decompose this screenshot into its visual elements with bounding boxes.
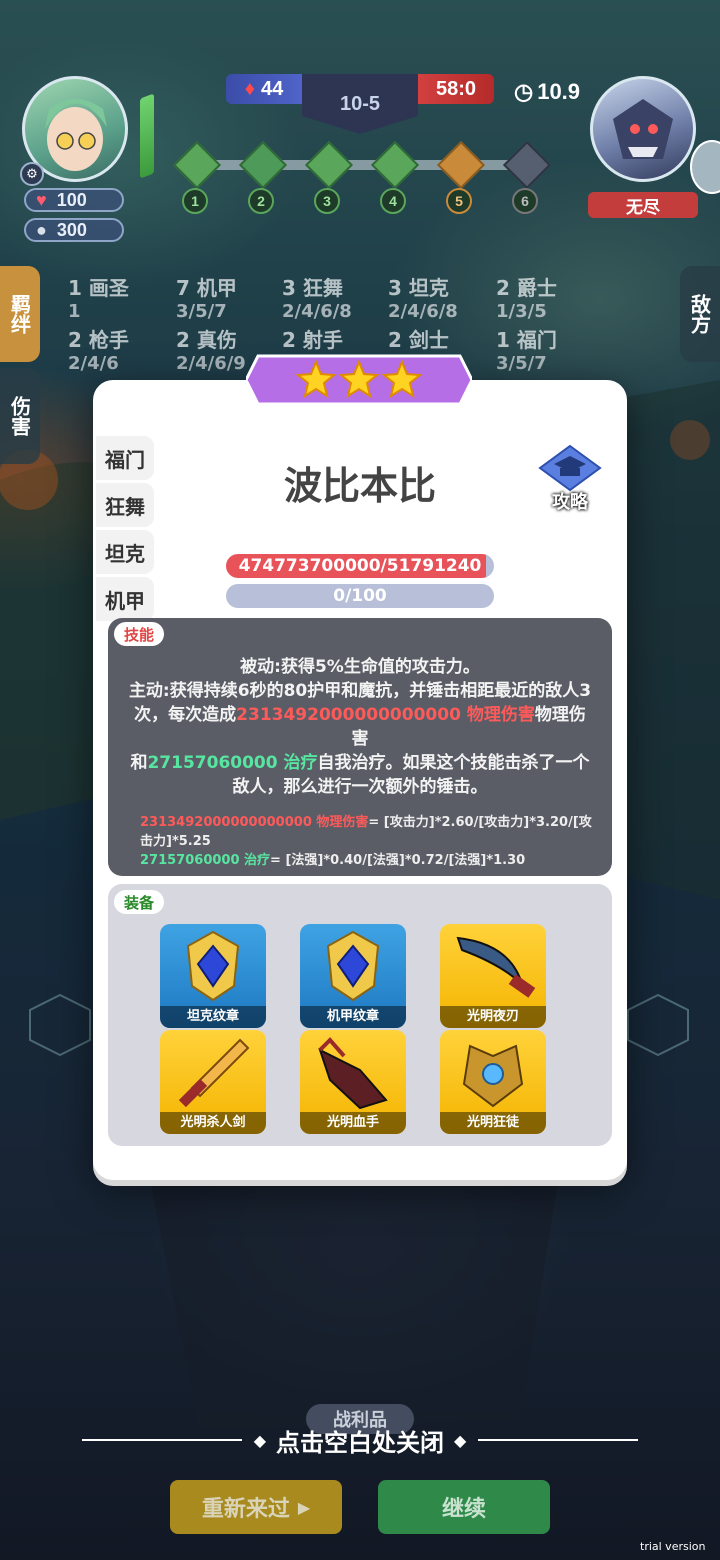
continue-button[interactable]: 继续 bbox=[378, 1480, 550, 1534]
equipment-item[interactable]: 光明杀人剑 bbox=[160, 1030, 266, 1134]
round-label-6: 6 bbox=[512, 188, 538, 214]
graduation-cap-icon bbox=[538, 444, 602, 492]
trait-item: 2 剑士 bbox=[388, 328, 449, 352]
skill-damage-value: 2313492000000000000 物理伤害 bbox=[236, 705, 535, 725]
emblem-icon bbox=[326, 930, 380, 1002]
hero-name: 波比本比 bbox=[283, 464, 436, 508]
heart-icon: ♥ bbox=[36, 189, 47, 210]
round-label-3: 3 bbox=[314, 188, 340, 214]
equipment-tag: 装备 bbox=[114, 890, 165, 914]
trait-item: 1 画圣 1 bbox=[68, 276, 129, 322]
fire-icon: ♦ bbox=[244, 77, 255, 100]
modal-trait-tab-1[interactable]: 福门 bbox=[96, 436, 154, 480]
equipment-item[interactable]: 坦克纹章 bbox=[160, 924, 266, 1028]
equipment-name: 坦克纹章 bbox=[160, 1006, 266, 1028]
equipment-item[interactable]: 光明狂徒 bbox=[440, 1030, 546, 1134]
diamond-icon: ◆ bbox=[454, 1430, 467, 1450]
hp-bar: 474773700000/51791240 bbox=[226, 554, 494, 578]
equipment-item[interactable]: 光明血手 bbox=[300, 1030, 406, 1134]
guide-button[interactable]: 攻略 bbox=[538, 442, 602, 514]
skill-and: 和 bbox=[130, 753, 148, 773]
equipment-name: 机甲纹章 bbox=[300, 1006, 406, 1028]
trait-item: 3 坦克 2/4/6/8 bbox=[388, 276, 458, 322]
retry-button[interactable]: 重新来过 ▶ bbox=[170, 1480, 342, 1534]
trait-item: 2 爵士 1/3/5 bbox=[496, 276, 557, 322]
continue-label: 继续 bbox=[441, 1497, 486, 1522]
equipment-item[interactable]: 机甲纹章 bbox=[300, 924, 406, 1028]
sword-icon bbox=[178, 1038, 250, 1108]
round-label-1: 1 bbox=[182, 188, 208, 214]
mana-bar-text: 0/100 bbox=[333, 586, 387, 606]
coin-icon: ● bbox=[36, 219, 47, 240]
equipment-item[interactable]: 光明夜刃 bbox=[440, 924, 546, 1028]
modal-trait-tab-3[interactable]: 坦克 bbox=[96, 530, 154, 574]
close-hint: ◆ 点击空白处关闭 ◆ bbox=[0, 1420, 720, 1460]
player-hp-value: 100 bbox=[56, 189, 87, 210]
emblem-icon bbox=[186, 930, 240, 1002]
star-rating-banner bbox=[246, 354, 472, 406]
equipment-name: 光明血手 bbox=[300, 1112, 406, 1134]
trait-item: 1 福门 3/5/7 bbox=[496, 328, 557, 374]
tab-enemy-label: 敌方 bbox=[687, 294, 712, 334]
trait-item: 7 机甲 3/5/7 bbox=[176, 276, 237, 322]
round-label-2: 2 bbox=[248, 188, 274, 214]
round-track bbox=[184, 160, 540, 170]
formula-heal-expr: = [法强]*0.40/[法强]*0.72/[法强]*1.30 bbox=[270, 853, 526, 868]
mana-bar: 0/100 bbox=[226, 584, 494, 608]
clock-icon: ◷ bbox=[514, 79, 534, 104]
modal-trait-tab-4[interactable]: 机甲 bbox=[96, 577, 154, 621]
diamond-icon: ◆ bbox=[253, 1430, 266, 1450]
player-gold-stat: ● 300 bbox=[24, 218, 124, 242]
timer-value: 10.9 bbox=[537, 79, 581, 104]
enemy-score: 58:0 bbox=[418, 74, 494, 104]
close-hint-text: 点击空白处关闭 bbox=[276, 1428, 444, 1457]
trait-item: 2 枪手 2/4/6 bbox=[68, 328, 129, 374]
skill-formula: 2313492000000000000 物理伤害= [攻击力]*2.60/[攻击… bbox=[140, 813, 600, 870]
player-hp-stat: ♥ 100 bbox=[24, 188, 124, 212]
trait-item: 2 真伤 2/4/6/9 bbox=[176, 328, 246, 374]
trait-item: 2 射手 bbox=[282, 328, 343, 352]
equipment-name: 光明狂徒 bbox=[440, 1112, 546, 1134]
guide-label: 攻略 bbox=[552, 492, 588, 513]
enemy-name-badge: 无尽 bbox=[588, 192, 698, 218]
video-icon: ▶ bbox=[297, 1497, 311, 1517]
round-label-5: 5 bbox=[446, 188, 472, 214]
skill-tag: 技能 bbox=[114, 622, 165, 646]
formula-heal-value: 27157060000 治疗 bbox=[140, 853, 271, 868]
formula-damage-value: 2313492000000000000 物理伤害 bbox=[140, 815, 369, 830]
enemy-score-value: 58:0 bbox=[435, 77, 477, 100]
tab-enemy[interactable]: 敌方 bbox=[680, 266, 720, 362]
equipment-section: 装备 坦克纹章 机甲纹章 光明夜刃 光明杀人剑 光明血手 光明狂徒 bbox=[108, 884, 612, 1146]
skill-description: 被动:获得5%生命值的攻击力。 主动:获得持续6秒的80护甲和魔抗，并锤击相距最… bbox=[126, 655, 594, 799]
round-timer: ◷ 10.9 bbox=[514, 78, 580, 106]
equipment-name: 光明杀人剑 bbox=[160, 1112, 266, 1134]
player-level-bar bbox=[140, 93, 154, 179]
player-gold-value: 300 bbox=[56, 219, 87, 240]
stage-value: 10-5 bbox=[339, 92, 381, 115]
tab-synergy-label: 羁绊 bbox=[7, 294, 32, 334]
hint-divider-left bbox=[81, 1439, 242, 1441]
tab-synergy[interactable]: 羁绊 bbox=[0, 266, 40, 362]
skill-passive-text: 被动:获得5%生命值的攻击力。 bbox=[240, 657, 480, 677]
settings-gear-icon[interactable]: ⚙ bbox=[20, 162, 44, 186]
watermark: trial version bbox=[640, 1540, 706, 1553]
armor-icon bbox=[462, 1044, 524, 1108]
modal-trait-tab-2[interactable]: 狂舞 bbox=[96, 483, 154, 527]
enemy-name: 无尽 bbox=[626, 197, 660, 218]
trait-item: 3 狂舞 2/4/6/8 bbox=[282, 276, 352, 322]
retry-label: 重新来过 bbox=[201, 1497, 290, 1522]
hint-divider-right bbox=[478, 1439, 639, 1441]
round-label-4: 4 bbox=[380, 188, 406, 214]
equipment-name: 光明夜刃 bbox=[440, 1006, 546, 1028]
gauntlet-icon bbox=[318, 1037, 388, 1110]
enemy-avatar[interactable] bbox=[590, 76, 696, 182]
skill-heal-value: 27157060000 治疗 bbox=[147, 753, 318, 773]
player-score: ♦ 44 bbox=[226, 74, 302, 104]
tab-damage-label: 伤害 bbox=[7, 396, 32, 436]
player-score-value: 44 bbox=[260, 77, 284, 100]
dagger-icon bbox=[456, 936, 536, 998]
tab-damage[interactable]: 伤害 bbox=[0, 368, 40, 464]
hp-bar-text: 474773700000/51791240 bbox=[238, 556, 482, 576]
